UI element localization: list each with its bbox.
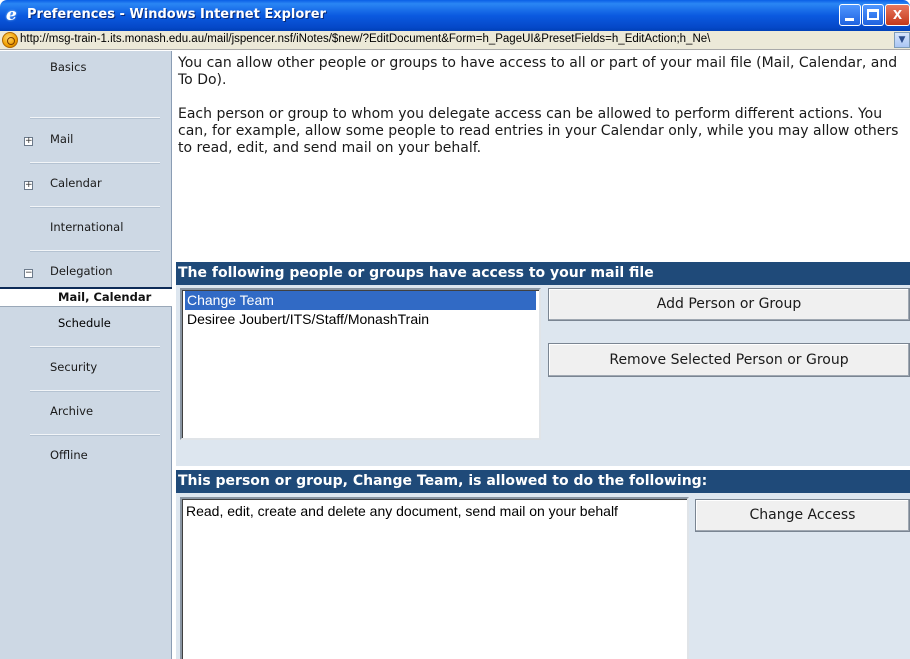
sidebar-item-label: Calendar [50,176,102,190]
permissions-textbox[interactable]: Read, edit, create and delete any docume… [180,497,689,659]
person-name: Change Team [187,292,274,308]
main-content: You can allow other people or groups to … [173,51,910,659]
permissions-section-header: This person or group, Change Team, is al… [176,470,910,493]
sidebar-item-label: Basics [50,60,87,74]
sidebar-divider [30,346,160,348]
sidebar-divider [30,390,160,392]
intro-text: You can allow other people or groups to … [178,55,903,174]
preferences-sidebar: Basics + Mail + Calendar International −… [0,51,172,659]
add-person-button[interactable]: Add Person or Group [548,288,910,321]
sidebar-item-label: International [50,220,124,234]
list-item[interactable]: Change Team [185,291,536,310]
sidebar-item-calendar[interactable]: + Calendar [0,176,172,192]
sidebar-divider [30,162,160,164]
page-icon [2,32,18,48]
maximize-icon [867,9,879,20]
sidebar-item-basics[interactable]: Basics [0,60,172,76]
sidebar-subitem-label: Schedule [58,316,111,330]
window-titlebar[interactable]: e Preferences - Windows Internet Explore… [0,0,910,31]
close-button[interactable]: X [885,4,910,26]
sidebar-item-security[interactable]: Security [0,360,172,376]
list-item[interactable]: Desiree Joubert/ITS/Staff/MonashTrain [185,310,536,329]
sidebar-divider [30,206,160,208]
sidebar-item-international[interactable]: International [0,220,172,236]
sidebar-divider [30,117,160,119]
remove-person-button[interactable]: Remove Selected Person or Group [548,343,910,377]
sidebar-subitem-mail-calendar[interactable]: Mail, Calendar [0,287,172,307]
ie-logo-icon: e [6,5,17,25]
sidebar-item-label: Mail [50,132,74,146]
minimize-button[interactable] [839,4,861,26]
sidebar-item-mail[interactable]: + Mail [0,132,172,148]
sidebar-item-archive[interactable]: Archive [0,404,172,420]
sidebar-item-delegation[interactable]: − Delegation [0,264,172,280]
sidebar-divider [30,250,160,252]
sidebar-item-label: Offline [50,448,88,462]
minimize-icon [845,18,854,21]
sidebar-subitem-label: Mail, Calendar [58,290,152,304]
address-bar: http://msg-train-1.its.monash.edu.au/mai… [0,31,910,50]
intro-paragraph: You can allow other people or groups to … [178,55,898,88]
sidebar-item-offline[interactable]: Offline [0,448,172,464]
expand-icon[interactable]: + [24,181,33,190]
address-dropdown-button[interactable]: ▼ [894,32,910,48]
permissions-text: Read, edit, create and delete any docume… [186,503,618,519]
access-section-header: The following people or groups have acce… [176,262,910,285]
intro-paragraph: Each person or group to whom you delegat… [178,106,899,156]
sidebar-item-label: Security [50,360,98,374]
expand-icon[interactable]: + [24,137,33,146]
people-listbox[interactable]: Change Team Desiree Joubert/ITS/Staff/Mo… [180,288,541,440]
person-name: Desiree Joubert/ITS/Staff/MonashTrain [187,311,429,327]
sidebar-item-label: Delegation [50,264,113,278]
sidebar-subitem-schedule[interactable]: Schedule [0,315,172,333]
sidebar-item-label: Archive [50,404,94,418]
address-url[interactable]: http://msg-train-1.its.monash.edu.au/mai… [20,33,892,45]
maximize-button[interactable] [862,4,884,26]
close-icon: X [892,8,903,22]
window-title: Preferences - Windows Internet Explorer [27,7,326,22]
sidebar-divider [30,434,160,436]
collapse-icon[interactable]: − [24,269,33,278]
change-access-button[interactable]: Change Access [695,499,910,532]
